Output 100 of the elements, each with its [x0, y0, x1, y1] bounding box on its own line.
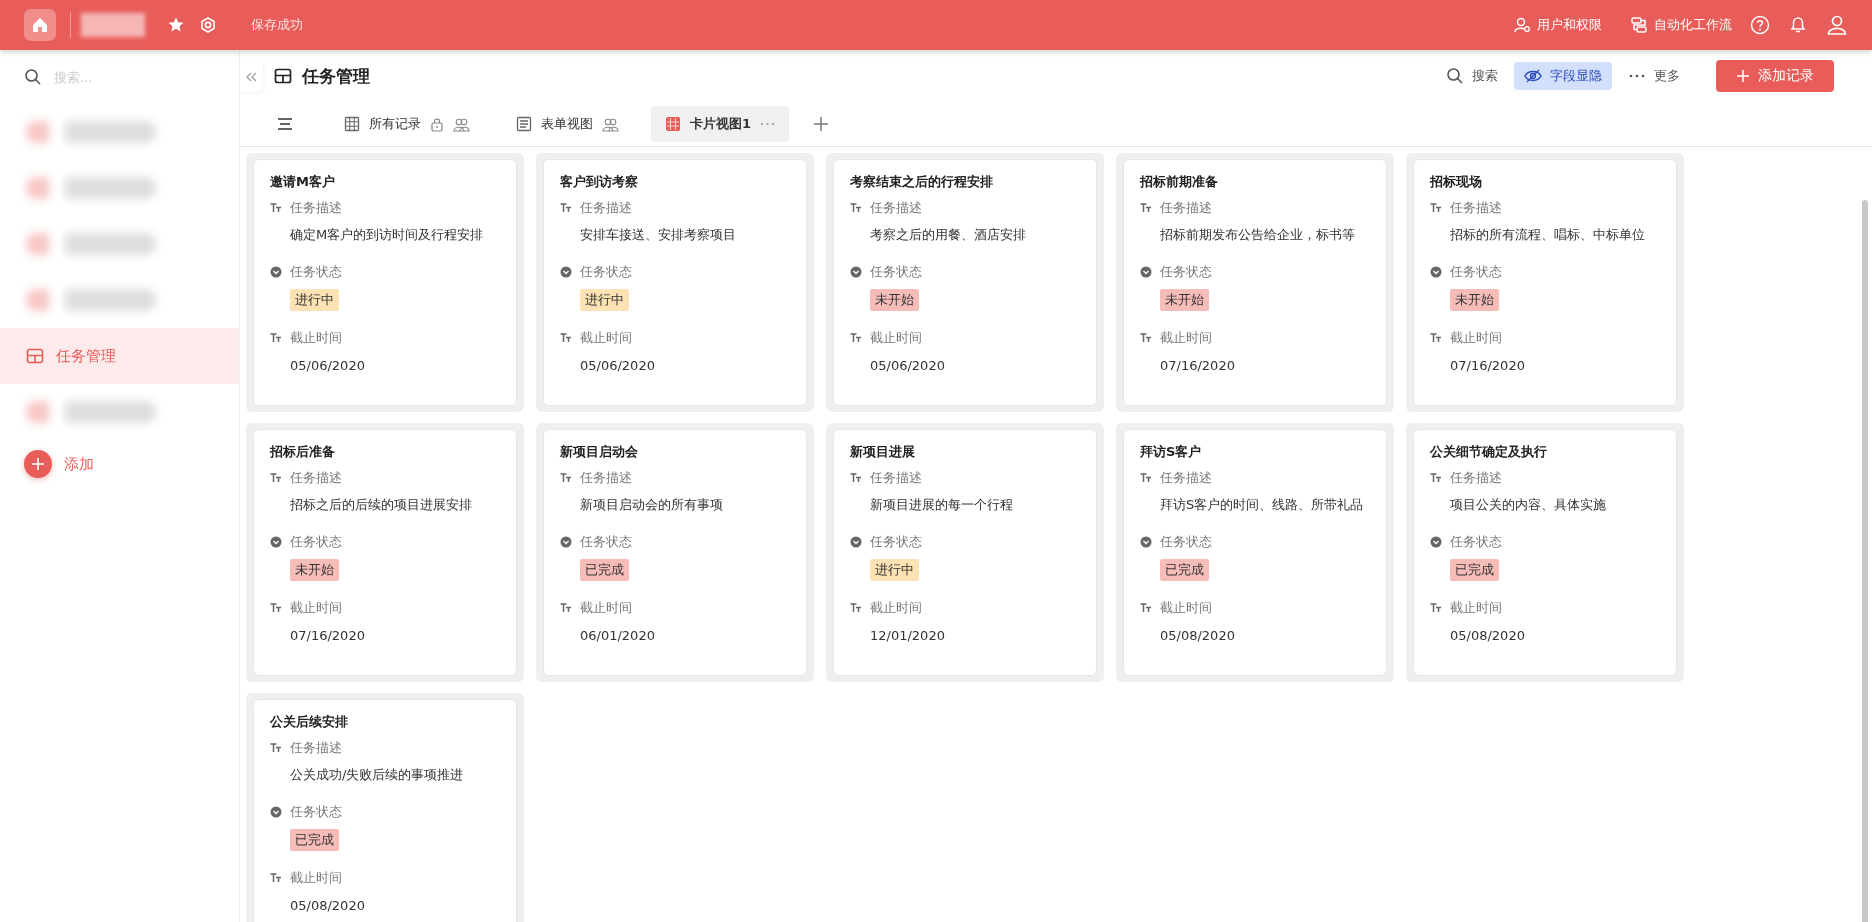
collapse-button[interactable] [240, 62, 263, 92]
select-field-icon [270, 536, 282, 548]
field-label: 任务描述 [580, 469, 632, 487]
text-field-icon [270, 203, 282, 213]
field-label: 任务状态 [290, 803, 342, 821]
text-field-icon [270, 743, 282, 753]
field-value: 05/06/2020 [290, 357, 365, 373]
home-button[interactable] [24, 9, 56, 41]
field-value: 12/01/2020 [870, 627, 945, 643]
view-tab[interactable]: 表单视图 [502, 106, 633, 142]
field-value: 招标的所有流程、唱标、中标单位 [1450, 226, 1645, 244]
status-tag: 未开始 [1160, 289, 1209, 311]
field-label: 任务状态 [1450, 533, 1502, 551]
field-label: 任务状态 [290, 533, 342, 551]
status-tag: 已完成 [290, 829, 339, 851]
text-field-icon [1430, 333, 1442, 343]
record-card[interactable]: 公关细节确定及执行 任务描述 项目公关的内容、具体实施 任务状态 已完成 截止时间 05/08/2020 [1413, 429, 1677, 676]
record-card[interactable]: 邀请M客户 任务描述 确定M客户的到访时间及行程安排 任务状态 进行中 截止时间 05/06/2020 [253, 159, 517, 406]
field-value: 07/16/2020 [1450, 357, 1525, 373]
field-value: 招标之后的后续的项目进展安排 [290, 496, 472, 514]
add-view-icon[interactable] [813, 116, 830, 132]
bell-icon[interactable] [1788, 15, 1808, 35]
field-label: 任务描述 [1450, 199, 1502, 217]
field-label: 任务状态 [1450, 263, 1502, 281]
card-title: 考察结束之后的行程安排 [850, 173, 994, 191]
text-field-icon [850, 473, 862, 483]
text-field-icon [1140, 473, 1152, 483]
card-title: 拜访S客户 [1140, 443, 1203, 461]
record-card[interactable]: 公关后续安排 任务描述 公关成功/失败后续的事项推进 任务状态 已完成 截止时间 05/08/2020 [253, 699, 517, 922]
field-label: 任务描述 [1160, 199, 1212, 217]
field-label: 任务状态 [580, 533, 632, 551]
record-card[interactable]: 客户到访考察 任务描述 安排车接送、安排考察项目 任务状态 进行中 截止时间 05/06/2020 [543, 159, 807, 406]
text-field-icon [1430, 203, 1442, 213]
card-title: 公关后续安排 [270, 713, 349, 731]
field-label: 任务状态 [870, 533, 922, 551]
text-field-icon [850, 203, 862, 213]
text-field-icon [270, 603, 282, 613]
help-icon[interactable] [1750, 15, 1770, 35]
field-visibility-button[interactable]: 字段显隐 [1514, 62, 1612, 90]
settings-icon[interactable] [199, 16, 217, 34]
text-field-icon [1140, 203, 1152, 213]
text-field-icon [1430, 473, 1442, 483]
text-field-icon [1140, 603, 1152, 613]
chevrons-icon [245, 71, 257, 83]
text-field-icon [270, 473, 282, 483]
status-tag: 已完成 [580, 559, 629, 581]
field-label: 任务描述 [870, 199, 922, 217]
record-card[interactable]: 招标现场 任务描述 招标的所有流程、唱标、中标单位 任务状态 未开始 截止时间 07/16/2020 [1413, 159, 1677, 406]
field-value: 拜访S客户的时间、线路、所带礼品 [1160, 496, 1364, 514]
card-title: 招标前期准备 [1140, 173, 1219, 191]
record-card[interactable]: 招标前期准备 任务描述 招标前期发布公告给企业，标书等 任务状态 未开始 截止时间 07/16/2020 [1123, 159, 1387, 406]
status-tag: 已完成 [1160, 559, 1209, 581]
field-value: 05/08/2020 [1160, 627, 1235, 643]
more-button[interactable]: 更多 [1618, 62, 1690, 90]
field-label: 截止时间 [870, 599, 922, 617]
view-tab[interactable]: 卡片视图1 [651, 106, 790, 142]
list-icon [516, 116, 532, 132]
group-icon [453, 116, 470, 132]
field-label: 截止时间 [1450, 599, 1502, 617]
field-label: 截止时间 [580, 599, 632, 617]
select-field-icon [850, 266, 862, 278]
page-title: 任务管理 [302, 64, 370, 88]
table-icon [274, 68, 292, 84]
add-button[interactable]: 添加 [0, 440, 239, 488]
star-icon[interactable] [167, 16, 185, 34]
view-tab[interactable]: 所有记录 [330, 106, 484, 142]
field-label: 截止时间 [870, 329, 922, 347]
avatar-icon[interactable] [1826, 14, 1848, 36]
field-label: 截止时间 [290, 329, 342, 347]
record-card[interactable]: 拜访S客户 任务描述 拜访S客户的时间、线路、所带礼品 任务状态 已完成 截止时间 05/08/2020 [1123, 429, 1387, 676]
users-icon [1513, 16, 1531, 34]
menu-icon[interactable] [276, 116, 294, 132]
search-button[interactable]: 搜索 [1436, 62, 1508, 90]
field-value: 项目公关的内容、具体实施 [1450, 496, 1606, 514]
field-value: 安排车接送、安排考察项目 [580, 226, 736, 244]
field-value: 考察之后的用餐、酒店安排 [870, 226, 1026, 244]
field-label: 任务描述 [290, 739, 342, 757]
field-label: 任务描述 [580, 199, 632, 217]
save-status: 保存成功 [251, 16, 303, 34]
field-label: 截止时间 [1160, 599, 1212, 617]
select-field-icon [270, 266, 282, 278]
record-card[interactable]: 招标后准备 任务描述 招标之后的后续的项目进展安排 任务状态 未开始 截止时间 07/16/2020 [253, 429, 517, 676]
group-icon [602, 116, 619, 132]
record-card[interactable]: 新项目进展 任务描述 新项目进展的每一个行程 任务状态 进行中 截止时间 12/01/2020 [833, 429, 1097, 676]
card-view-icon [665, 116, 681, 132]
field-label: 任务状态 [290, 263, 342, 281]
grid-icon [344, 116, 360, 132]
more-icon[interactable] [760, 121, 776, 127]
field-value: 05/08/2020 [290, 897, 365, 913]
select-field-icon [1140, 536, 1152, 548]
select-field-icon [560, 266, 572, 278]
field-value: 07/16/2020 [1160, 357, 1235, 373]
record-card[interactable]: 新项目启动会 任务描述 新项目启动会的所有事项 任务状态 已完成 截止时间 06/01/2020 [543, 429, 807, 676]
scrollbar[interactable] [1862, 200, 1868, 922]
plus-icon [31, 457, 45, 471]
field-label: 任务状态 [870, 263, 922, 281]
plus-icon [1736, 69, 1750, 83]
text-field-icon [1140, 333, 1152, 343]
field-label: 截止时间 [1450, 329, 1502, 347]
record-card[interactable]: 考察结束之后的行程安排 任务描述 考察之后的用餐、酒店安排 任务状态 未开始 截止时间 05/06/2020 [833, 159, 1097, 406]
